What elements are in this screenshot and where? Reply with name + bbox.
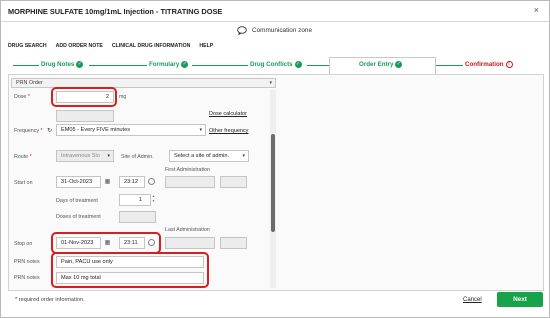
menu-bar: DRUG SEARCH ADD ORDER NOTE CLINICAL DRUG…	[8, 43, 213, 49]
menu-drug-search[interactable]: DRUG SEARCH	[8, 43, 47, 49]
start-time-input[interactable]: 23:12	[119, 176, 145, 188]
step-connector	[13, 65, 39, 66]
step-drug-notes[interactable]: Drug Notes ✓	[41, 61, 84, 68]
step-connector	[307, 65, 329, 66]
wizard-steps: Drug Notes ✓ Formulary ✓ Drug Conflicts …	[1, 56, 549, 76]
refresh-icon[interactable]: ↻	[47, 127, 52, 134]
dialog-title: MORPHINE SULFATE 10mg/1mL Injection - TI…	[8, 7, 223, 16]
route-label: Route *	[14, 154, 32, 160]
first-administration-label: First Administration	[165, 167, 211, 173]
doses-of-treatment-label: Doses of treatment	[56, 214, 101, 220]
dose-secondary-field[interactable]	[56, 110, 114, 122]
step-connector	[436, 65, 463, 66]
clock-icon[interactable]	[148, 178, 155, 185]
check-icon: ✓	[76, 61, 84, 68]
first-admin-date	[165, 176, 215, 188]
frequency-label: Frequency *	[14, 128, 43, 134]
step-connector	[192, 65, 248, 66]
next-button[interactable]: Next	[497, 292, 543, 307]
start-date-input[interactable]: 31-Oct-2023	[56, 176, 101, 188]
dose-unit: mg	[119, 94, 127, 100]
prn-notes-label: PRN notes	[14, 275, 40, 281]
close-icon[interactable]: ×	[534, 5, 539, 15]
check-icon: ✓	[181, 61, 189, 68]
site-of-admin-label: Site of Admin.	[121, 154, 154, 160]
menu-add-order-note[interactable]: ADD ORDER NOTE	[56, 43, 103, 49]
first-admin-time	[220, 176, 247, 188]
dose-label: Dose *	[14, 94, 30, 100]
menu-clinical-drug-information[interactable]: CLINICAL DRUG INFORMATION	[112, 43, 190, 49]
last-administration-label: Last Administration	[165, 227, 210, 233]
step-formulary[interactable]: Formulary ✓	[149, 61, 189, 68]
site-of-admin-select[interactable]: Select a site of admin. ▾	[169, 150, 249, 162]
warning-icon: !	[505, 61, 513, 68]
route-select[interactable]: Intravenous Slo ▾	[56, 150, 114, 162]
chat-bubble-icon	[237, 26, 247, 35]
step-connector	[89, 65, 147, 66]
cancel-button[interactable]: Cancel	[463, 297, 482, 303]
days-of-treatment-input[interactable]: 1	[119, 194, 151, 206]
menu-help[interactable]: HELP	[199, 43, 213, 49]
last-admin-date	[165, 237, 215, 249]
check-icon: ✓	[395, 61, 403, 68]
dose-calculator-link[interactable]: Dose calculator	[209, 111, 247, 117]
calendar-icon[interactable]: ▦	[102, 176, 113, 188]
check-icon: ✓	[294, 61, 302, 68]
required-info-note: * required order information.	[15, 297, 85, 303]
days-of-treatment-label: Days of treatment	[56, 198, 98, 204]
prn-notes-highlight	[51, 252, 209, 288]
doses-of-treatment-input[interactable]	[119, 211, 156, 223]
chevron-down-icon: ▾	[107, 153, 110, 159]
title-divider	[1, 21, 549, 22]
step-confirmation[interactable]: Confirmation !	[465, 61, 513, 68]
step-drug-conflicts[interactable]: Drug Conflicts ✓	[250, 61, 302, 68]
order-dialog: MORPHINE SULFATE 10mg/1mL Injection - TI…	[0, 0, 550, 318]
stop-on-highlight	[51, 232, 161, 254]
start-on-label: Start on	[14, 180, 33, 186]
chevron-down-icon: ▾	[269, 80, 272, 86]
communication-zone[interactable]: Communication zone	[237, 26, 312, 35]
frequency-select[interactable]: EM05 - Every FIVE minutes ▾	[56, 124, 206, 136]
scrollbar-thumb[interactable]	[271, 134, 275, 232]
prn-order-select[interactable]: PRN Order ▾	[11, 78, 276, 88]
prn-notes-label: PRN notes	[14, 259, 40, 265]
chevron-down-icon: ▾	[242, 153, 245, 159]
stop-on-label: Stop on	[14, 241, 33, 247]
step-order-entry[interactable]: Order Entry ✓	[359, 61, 403, 68]
chevron-down-icon: ▾	[199, 127, 202, 133]
communication-zone-label: Communication zone	[252, 27, 313, 34]
dose-highlight	[51, 87, 117, 107]
last-admin-time	[220, 237, 247, 249]
other-frequency-link[interactable]: Other frequency	[209, 128, 248, 134]
stepper-arrows-icon[interactable]: ▴ ▾	[151, 194, 156, 206]
